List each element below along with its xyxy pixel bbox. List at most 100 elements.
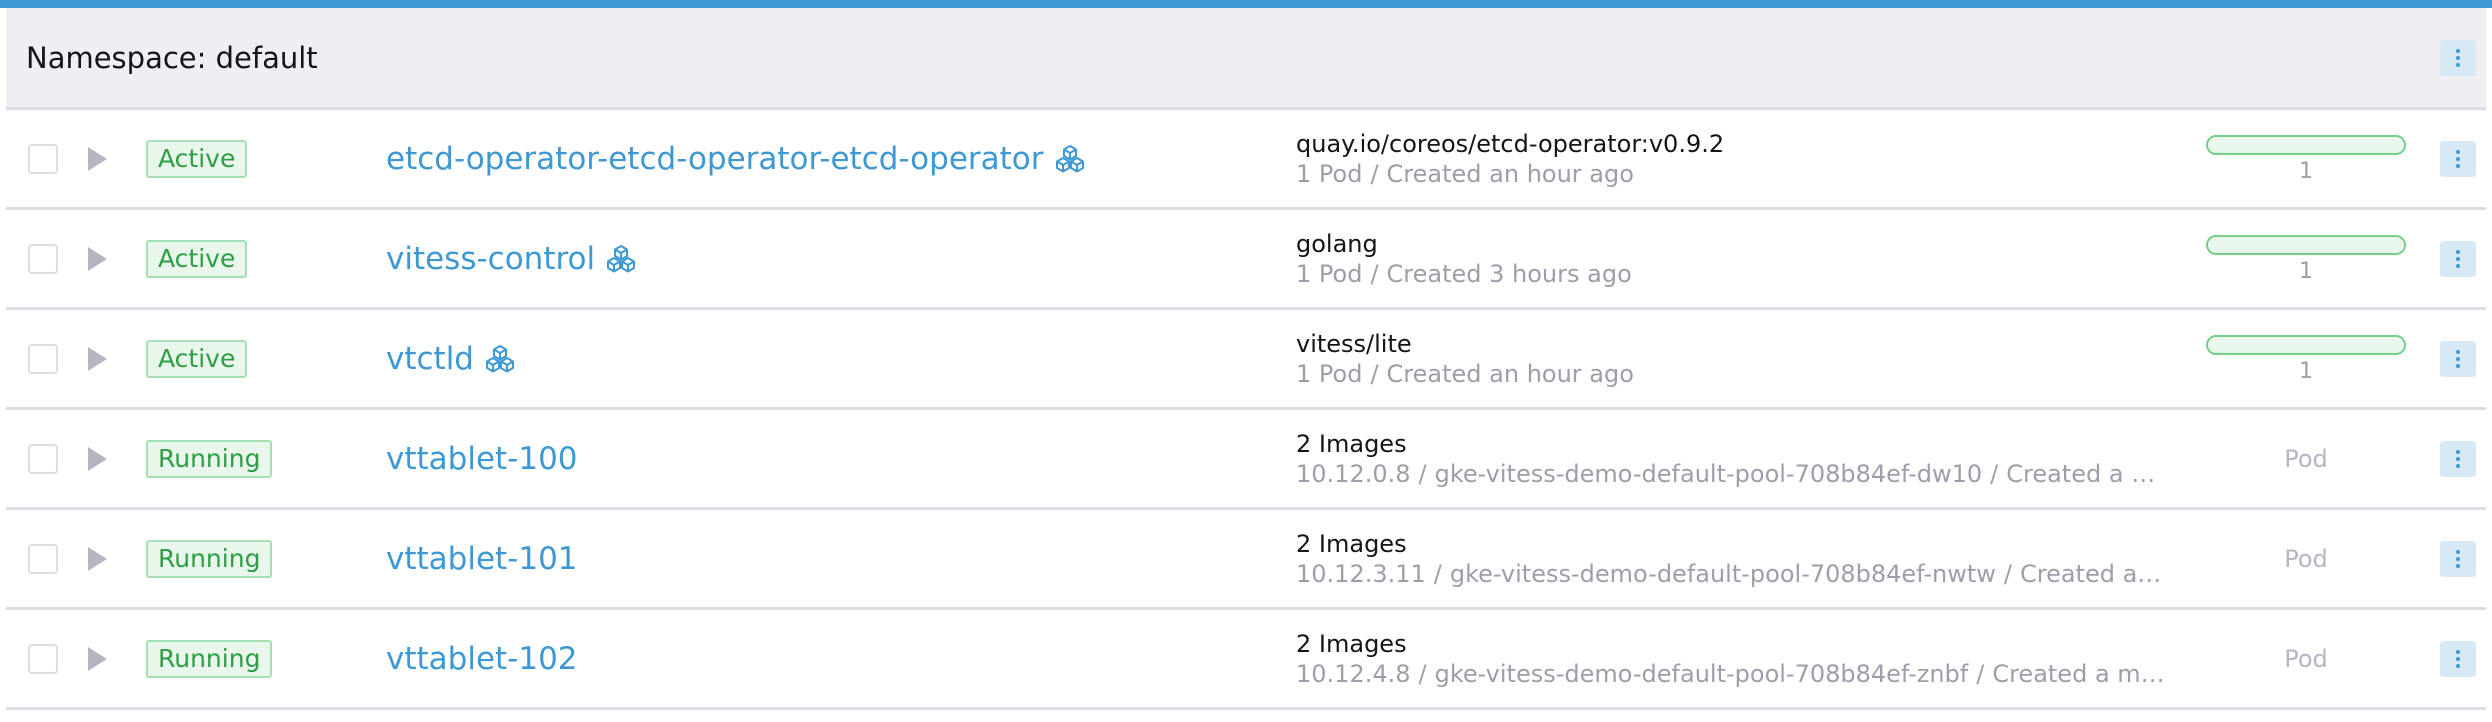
created-time: Created an hour ago (1386, 359, 1634, 388)
kebab-icon-dot (2456, 62, 2460, 67)
workload-cubes-icon (1055, 144, 1084, 172)
scale-indicator[interactable]: 1 (2206, 134, 2406, 183)
pod-ip: 10.12.4.8 (1296, 659, 1411, 688)
pod-count: 1 Pod (1296, 259, 1363, 288)
row-checkbox[interactable] (28, 343, 58, 374)
kebab-icon-dot (2456, 55, 2460, 60)
expand-row-icon[interactable] (88, 546, 107, 571)
expand-row-icon[interactable] (88, 646, 107, 671)
separator: / (1433, 559, 1442, 588)
kebab-icon (2456, 48, 2460, 53)
kebab-icon (2456, 449, 2460, 454)
row-meta: 10.12.0.8/gke-vitess-demo-default-pool-7… (1296, 459, 2166, 489)
expand-row-icon[interactable] (88, 146, 107, 171)
separator: / (1418, 659, 1427, 688)
pod-ip: 10.12.3.11 (1296, 559, 1426, 588)
created-time: Created 3 hours ago (1386, 259, 1632, 288)
scale-bar-fill (2208, 236, 2404, 253)
node-name: gke-vitess-demo-default-pool-708b84ef-zn… (1434, 659, 1969, 688)
table-row: Running vttablet-100 2 Images 10.12.0.8/… (6, 410, 2486, 510)
scale-bar (2206, 134, 2406, 155)
created-time: Created a mi... (2019, 559, 2166, 588)
row-meta: 1 Pod / Created an hour ago (1296, 359, 2166, 389)
kebab-icon-dot (2456, 563, 2460, 568)
expand-row-icon[interactable] (88, 246, 107, 271)
row-checkbox[interactable] (28, 243, 58, 274)
row-checkbox[interactable] (28, 643, 58, 674)
row-actions-button[interactable] (2440, 540, 2476, 577)
kebab-icon-dot (2456, 656, 2460, 661)
workload-name: vttablet-101 (386, 540, 578, 577)
workload-name-link[interactable]: vttablet-100 (386, 441, 578, 477)
row-checkbox[interactable] (28, 143, 58, 174)
group-actions-button[interactable] (2440, 39, 2476, 76)
kebab-icon (2456, 649, 2460, 654)
kebab-icon-dot (2456, 256, 2460, 261)
image-name: golang (1296, 229, 1378, 258)
row-actions-button[interactable] (2440, 140, 2476, 177)
scale-indicator[interactable]: 1 (2206, 234, 2406, 283)
kebab-icon (2456, 149, 2460, 154)
row-detail: quay.io/coreos/etcd-operator:v0.9.2 1 Po… (1296, 129, 2186, 189)
status-badge: Active (146, 139, 248, 178)
status-badge: Running (146, 639, 273, 678)
image-count: 2 Images (1296, 429, 1407, 458)
workload-name: vttablet-102 (386, 640, 578, 677)
workload-name-link[interactable]: vttablet-101 (386, 541, 578, 577)
row-checkbox[interactable] (28, 543, 58, 574)
kebab-icon-dot (2456, 363, 2460, 368)
scale-indicator[interactable]: 1 (2206, 334, 2406, 384)
row-actions-button[interactable] (2440, 240, 2476, 277)
kebab-icon-dot (2456, 663, 2460, 668)
scale-count: 1 (2299, 358, 2313, 384)
top-accent-bar (0, 0, 2492, 8)
workload-cubes-icon (486, 344, 514, 372)
created-time: Created a min... (2006, 459, 2166, 488)
row-meta: 10.12.4.8/gke-vitess-demo-default-pool-7… (1296, 659, 2166, 689)
scale-bar-fill (2208, 136, 2404, 153)
pod-count: 1 Pod (1296, 159, 1363, 188)
row-meta: 1 Pod / Created 3 hours ago (1296, 259, 2166, 289)
workload-name-link[interactable]: vttablet-102 (386, 641, 578, 677)
kebab-icon-dot (2456, 463, 2460, 468)
table-row: Active vtctld vitess/lite 1 Pod / Created … (6, 310, 2486, 410)
status-badge: Running (146, 539, 273, 578)
node-name: gke-vitess-demo-default-pool-708b84ef-dw… (1434, 459, 1983, 488)
row-detail: 2 Images 10.12.0.8/gke-vitess-demo-defau… (1296, 429, 2186, 489)
kebab-icon-dot (2456, 356, 2460, 361)
pod-type-label: Pod (2284, 544, 2328, 573)
pod-count: 1 Pod (1296, 359, 1363, 388)
row-actions-button[interactable] (2440, 340, 2476, 377)
workload-name-link[interactable]: etcd-operator-etcd-operator-etcd-operato… (386, 141, 1086, 177)
row-detail: vitess/lite 1 Pod / Created an hour ago (1296, 329, 2186, 389)
table-row: Active etcd-operator-etcd-operator-etcd-… (6, 110, 2486, 210)
status-badge: Running (146, 439, 273, 478)
scale-bar (2206, 334, 2406, 355)
group-title: Namespace: default (26, 40, 318, 75)
workload-name-link[interactable]: vtctld (386, 341, 516, 377)
status-badge: Active (146, 239, 248, 278)
pod-type-label: Pod (2284, 444, 2328, 473)
workload-name: vtctld (386, 340, 474, 377)
expand-row-icon[interactable] (88, 446, 107, 471)
workload-name: etcd-operator-etcd-operator-etcd-operato… (386, 140, 1044, 177)
row-meta: 10.12.3.11/gke-vitess-demo-default-pool-… (1296, 559, 2166, 589)
workload-name-link[interactable]: vitess-control (386, 241, 637, 277)
workload-name: vttablet-100 (386, 440, 578, 477)
created-time: Created a min... (1992, 659, 2166, 688)
expand-row-icon[interactable] (88, 346, 107, 371)
row-actions-button[interactable] (2440, 640, 2476, 677)
workload-cubes-icon (607, 244, 636, 272)
table-row: Running vttablet-101 2 Images 10.12.3.11… (6, 510, 2486, 610)
separator: / (1990, 459, 1999, 488)
group-header: Namespace: default (6, 8, 2486, 110)
separator: / (1976, 659, 1985, 688)
kebab-icon-dot (2456, 263, 2460, 268)
kebab-icon (2456, 549, 2460, 554)
row-meta: 1 Pod / Created an hour ago (1296, 159, 2166, 189)
row-detail: 2 Images 10.12.3.11/gke-vitess-demo-defa… (1296, 529, 2186, 589)
kebab-icon (2456, 349, 2460, 354)
row-checkbox[interactable] (28, 443, 58, 474)
node-name: gke-vitess-demo-default-pool-708b84ef-nw… (1449, 559, 1996, 588)
row-actions-button[interactable] (2440, 440, 2476, 477)
